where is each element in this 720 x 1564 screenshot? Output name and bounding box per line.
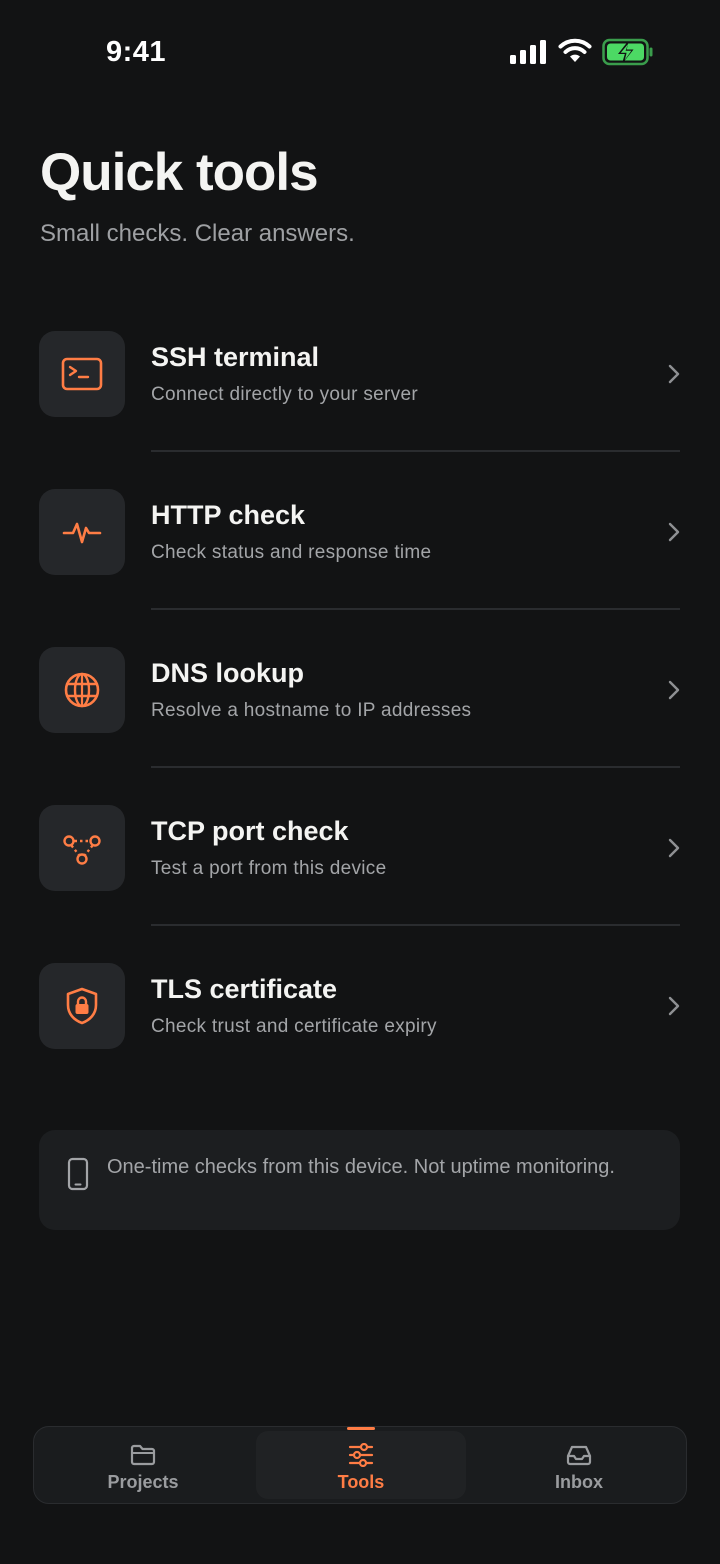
tool-title: TCP port check bbox=[151, 816, 349, 846]
tab-inbox[interactable]: Inbox bbox=[474, 1427, 684, 1503]
tool-description: Test a port from this device bbox=[151, 858, 387, 879]
inbox-icon bbox=[566, 1445, 592, 1466]
info-text: One-time checks from this device. Not up… bbox=[107, 1156, 615, 1178]
tool-description: Connect directly to your server bbox=[151, 384, 418, 405]
tab-label: Tools bbox=[337, 1472, 385, 1492]
quick-tools-screen: 9:41 Quick tools Small checks. Clear ans… bbox=[0, 0, 720, 1564]
phone-icon bbox=[67, 1157, 89, 1191]
tool-item-http-check[interactable]: HTTP check Check status and response tim… bbox=[0, 452, 720, 610]
tool-title: HTTP check bbox=[151, 500, 306, 530]
tool-icon-container bbox=[39, 647, 125, 733]
chevron-right-icon bbox=[668, 996, 680, 1016]
chevron-right-icon bbox=[668, 680, 680, 700]
status-bar: 9:41 bbox=[0, 0, 720, 100]
tool-icon-container bbox=[39, 805, 125, 891]
page-subtitle: Small checks. Clear answers. bbox=[40, 220, 355, 247]
tab-projects[interactable]: Projects bbox=[38, 1427, 248, 1503]
tool-icon-container bbox=[39, 331, 125, 417]
tab-label: Inbox bbox=[555, 1472, 603, 1492]
tool-description: Check trust and certificate expiry bbox=[151, 1016, 437, 1037]
pulse-icon bbox=[62, 522, 102, 544]
tab-label: Projects bbox=[107, 1472, 179, 1492]
tool-title: DNS lookup bbox=[151, 658, 304, 688]
tool-icon-container bbox=[39, 963, 125, 1049]
cellular-signal-icon bbox=[510, 40, 546, 64]
info-card: One-time checks from this device. Not up… bbox=[39, 1130, 680, 1230]
chevron-right-icon bbox=[668, 522, 680, 542]
status-time: 9:41 bbox=[106, 36, 167, 68]
lock-shield-icon bbox=[66, 987, 98, 1025]
sliders-icon bbox=[348, 1443, 374, 1467]
chevron-right-icon bbox=[668, 364, 680, 384]
active-tab-indicator bbox=[347, 1427, 375, 1430]
folder-icon bbox=[130, 1444, 156, 1466]
tool-item-tls-certificate[interactable]: TLS certificate Check trust and certific… bbox=[0, 926, 720, 1084]
network-nodes-icon bbox=[63, 835, 101, 865]
battery-charging-icon bbox=[602, 38, 653, 66]
tool-icon-container bbox=[39, 489, 125, 575]
tab-bar: Projects Tools Inbox bbox=[33, 1426, 687, 1504]
tool-title: TLS certificate bbox=[151, 974, 338, 1004]
tab-tools[interactable]: Tools bbox=[256, 1427, 466, 1499]
page-title: Quick tools bbox=[40, 143, 319, 202]
tool-list: SSH terminal Connect directly to your se… bbox=[0, 294, 720, 1084]
tool-description: Check status and response time bbox=[151, 542, 432, 563]
tool-item-dns-lookup[interactable]: DNS lookup Resolve a hostname to IP addr… bbox=[0, 610, 720, 768]
tool-description: Resolve a hostname to IP addresses bbox=[151, 700, 472, 721]
terminal-icon bbox=[61, 357, 103, 391]
tool-title: SSH terminal bbox=[151, 342, 320, 372]
wifi-icon bbox=[558, 38, 592, 62]
chevron-right-icon bbox=[668, 838, 680, 858]
globe-icon bbox=[64, 672, 100, 708]
tool-item-tcp-port-check[interactable]: TCP port check Test a port from this dev… bbox=[0, 768, 720, 926]
tool-item-ssh-terminal[interactable]: SSH terminal Connect directly to your se… bbox=[0, 294, 720, 452]
